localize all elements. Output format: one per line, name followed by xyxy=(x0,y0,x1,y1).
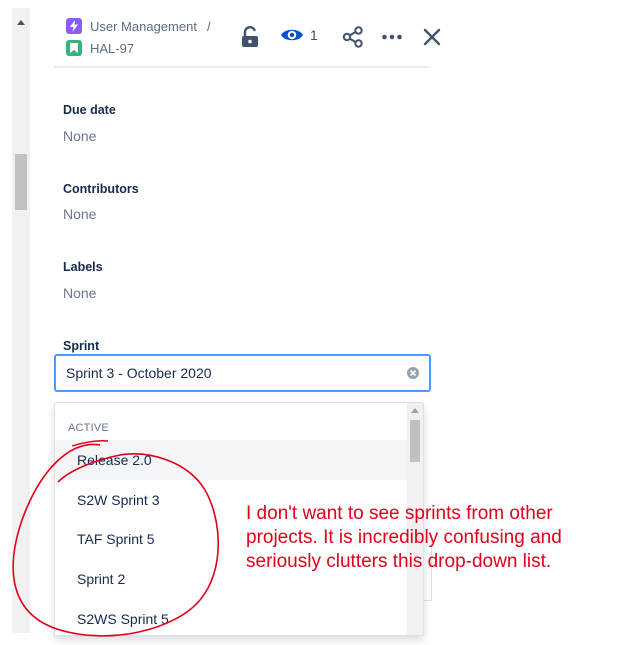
due-date-value[interactable]: None xyxy=(63,128,96,144)
more-icon[interactable] xyxy=(381,26,403,48)
sprint-option[interactable]: Release 2.0 xyxy=(55,440,407,480)
breadcrumb-separator: / xyxy=(206,18,211,34)
dropdown-scrollbar-thumb[interactable] xyxy=(410,420,420,462)
story-bookmark-icon xyxy=(66,40,82,56)
sprint-select[interactable]: Sprint 3 - October 2020 xyxy=(54,354,431,392)
group-heading-active: ACTIVE xyxy=(68,422,109,434)
sprint-label: Sprint xyxy=(63,339,100,353)
sprint-option[interactable]: S2WS Sprint 5 xyxy=(55,599,407,635)
close-icon[interactable] xyxy=(421,26,443,48)
labels-label: Labels xyxy=(63,260,103,274)
breadcrumb-issue-key: HAL-97 xyxy=(90,40,135,56)
watch-count: 1 xyxy=(310,27,318,43)
labels-value[interactable]: None xyxy=(63,285,96,301)
contributors-value[interactable]: None xyxy=(63,206,96,222)
unlock-icon[interactable] xyxy=(241,26,259,48)
clear-icon[interactable] xyxy=(407,367,419,379)
due-date-label: Due date xyxy=(63,103,116,117)
breadcrumb-project[interactable]: User Management / xyxy=(66,18,211,34)
scroll-up-arrow-icon[interactable] xyxy=(17,20,25,25)
share-icon[interactable] xyxy=(342,26,364,48)
annotation-note: I don't want to see sprints from other p… xyxy=(246,503,562,572)
page-scrollbar[interactable] xyxy=(12,8,30,633)
sprint-select-value: Sprint 3 - October 2020 xyxy=(66,365,212,381)
issue-header: User Management / HAL-97 1 xyxy=(54,0,441,68)
eye-icon xyxy=(281,29,303,41)
contributors-label: Contributors xyxy=(63,182,139,196)
lightning-icon xyxy=(66,18,82,34)
page-scrollbar-thumb[interactable] xyxy=(15,154,27,210)
breadcrumb-project-label: User Management xyxy=(90,18,197,34)
scroll-up-arrow-icon[interactable] xyxy=(411,408,419,413)
watch-button[interactable]: 1 xyxy=(280,26,318,44)
breadcrumb-issue[interactable]: HAL-97 xyxy=(66,40,134,56)
